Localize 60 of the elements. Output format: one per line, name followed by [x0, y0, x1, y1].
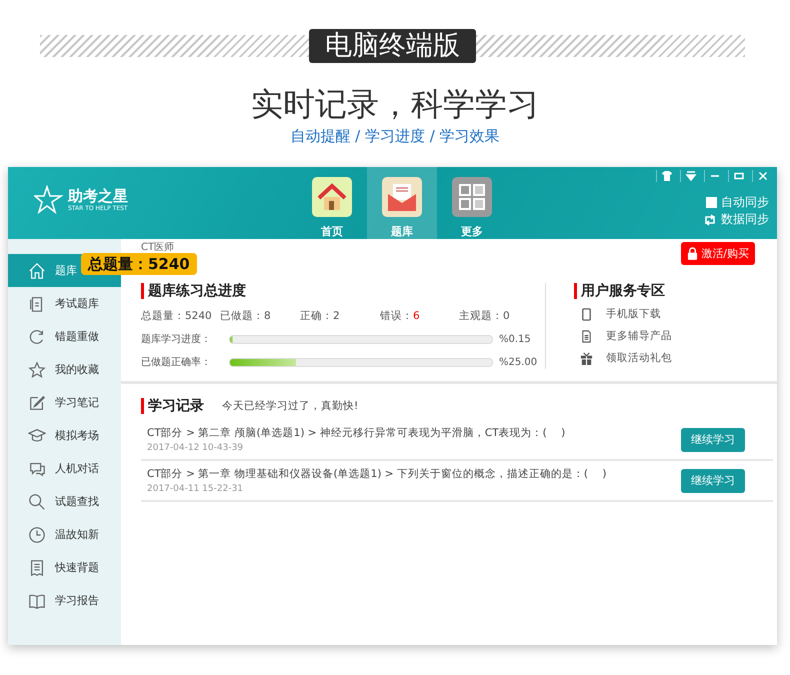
progress-reading: %0.15 — [499, 334, 531, 344]
phone-icon — [580, 308, 593, 320]
lock-icon — [687, 247, 698, 260]
stat-text: 正确：2 — [300, 309, 341, 323]
progress-label: 已做题正确率： — [141, 356, 212, 369]
grid-icon — [452, 177, 492, 217]
gift-icon — [580, 352, 593, 364]
search-icon — [28, 492, 46, 510]
maximize-icon[interactable] — [728, 170, 745, 182]
stat-text: 总题量：5240 — [141, 309, 213, 323]
star-logo-icon — [34, 185, 64, 215]
activate-button[interactable]: 激活/购买 — [681, 242, 755, 265]
greeting-text: 今天已经学习过了，真勤快! — [222, 399, 358, 413]
record-path: CT部分 > 第一章 物理基础和仪器设备(单选题1) > 下列关于窗位的概念，描述正确的是：( ) — [147, 467, 606, 481]
logo-name: 助考之星 — [68, 188, 128, 204]
redo-icon — [28, 328, 46, 346]
minimize-icon[interactable] — [704, 170, 721, 182]
shirt-icon[interactable] — [656, 170, 673, 182]
service-link[interactable]: 手机版下载 — [606, 307, 661, 321]
document-icon — [580, 330, 593, 342]
section-title: 用户服务专区 — [574, 283, 672, 299]
sidebar-item[interactable]: 错题重做 — [8, 320, 121, 353]
service-link[interactable]: 领取活动礼包 — [606, 351, 672, 365]
subheadline: 自动提醒 / 学习进度 / 学习效果 — [289, 126, 501, 146]
service-link[interactable]: 更多辅导产品 — [606, 329, 672, 343]
section-title: 题库练习总进度 — [141, 283, 545, 299]
list-icon — [28, 558, 46, 576]
sidebar-item[interactable]: 我的收藏 — [8, 353, 121, 386]
clock-icon — [28, 526, 46, 544]
stat-text: 主观题：0 — [459, 309, 511, 323]
sync-icon — [703, 214, 717, 226]
note-icon — [28, 394, 46, 412]
book-icon — [28, 592, 46, 610]
headline: 实时记录，科学学习 — [250, 84, 540, 124]
breadcrumb: CT医师 — [141, 242, 174, 254]
sidebar-item[interactable]: 学习报告 — [8, 584, 121, 617]
section-title: 学习记录 — [141, 398, 204, 414]
sidebar-item[interactable]: 人机对话 — [8, 452, 121, 485]
record-time: 2017-04-11 15-22-31 — [147, 484, 244, 494]
sidebar-item[interactable]: 模拟考场 — [8, 419, 121, 452]
star-icon — [28, 360, 46, 378]
edition-label: 电脑终端版 — [309, 29, 476, 63]
stat-text: 已做题：8 — [220, 309, 272, 323]
dropdown-icon[interactable] — [680, 170, 697, 182]
sidebar-item[interactable]: 快速背题 — [8, 551, 121, 584]
sidebar-item[interactable]: 试题查找 — [8, 485, 121, 518]
progress-label: 题库学习进度： — [141, 332, 212, 346]
close-icon[interactable] — [752, 170, 769, 182]
sidebar-item[interactable]: 学习笔记 — [8, 386, 121, 419]
progress-reading: %25.00 — [499, 356, 538, 368]
sidebar-item[interactable]: 温故知新 — [8, 518, 121, 551]
envelope-icon — [382, 177, 422, 217]
house-icon — [312, 177, 352, 217]
sidebar-item[interactable]: 考试题库 — [8, 287, 121, 320]
total-tooltip: 总题量：5240 — [81, 253, 197, 275]
home-icon — [28, 262, 46, 280]
record-path: CT部分 > 第二章 颅脑(单选题1) > 神经元移行异常可表现为平滑脑，CT表现为：( ) — [147, 426, 566, 440]
stat-text: 错误：6 — [380, 309, 421, 323]
record-time: 2017-04-12 10-43-39 — [147, 443, 244, 453]
cap-icon — [28, 426, 46, 444]
